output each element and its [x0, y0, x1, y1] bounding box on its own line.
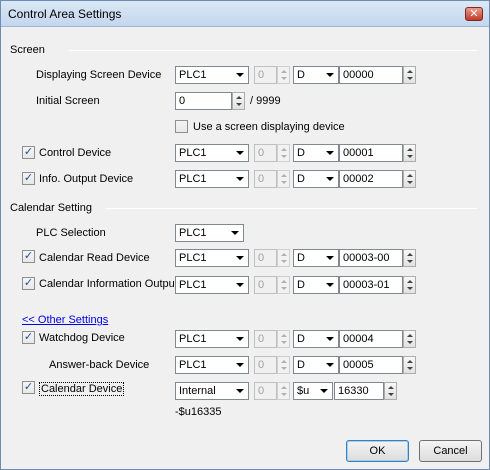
- chevron-down-icon: [236, 177, 244, 181]
- chevron-down-icon: [326, 73, 334, 77]
- chevron-down-icon: [236, 73, 244, 77]
- display-device-label: Displaying Screen Device: [36, 69, 162, 81]
- chevron-down-icon: [236, 337, 244, 341]
- calendar-info-plc-select[interactable]: PLC1: [175, 276, 249, 294]
- initial-screen-label: Initial Screen: [36, 95, 100, 107]
- control-device-station-input[interactable]: 0: [254, 144, 277, 162]
- chevron-down-icon: [326, 337, 334, 341]
- calendar-read-station-input[interactable]: 0: [254, 249, 277, 267]
- info-output-station-input[interactable]: 0: [254, 170, 277, 188]
- close-button[interactable]: ✕: [465, 7, 483, 21]
- ok-button[interactable]: OK: [346, 440, 409, 462]
- display-device-station-spinner[interactable]: [277, 66, 290, 84]
- answer-back-station-spinner[interactable]: [277, 356, 290, 374]
- answer-back-plc-select[interactable]: PLC1: [175, 356, 249, 374]
- calendar-separator: [105, 208, 477, 209]
- answer-back-address-input[interactable]: 00005: [339, 356, 403, 374]
- calendar-read-type-select[interactable]: D: [293, 249, 339, 267]
- control-device-type-select[interactable]: D: [293, 144, 339, 162]
- display-device-address-spinner[interactable]: [403, 66, 416, 84]
- info-output-checkbox[interactable]: ✓: [22, 172, 35, 185]
- chevron-down-icon: [236, 256, 244, 260]
- watchdog-checkbox[interactable]: ✓: [22, 331, 35, 344]
- cancel-button[interactable]: Cancel: [419, 440, 482, 462]
- info-output-address-input[interactable]: 00002: [339, 170, 403, 188]
- calendar-info-type-select[interactable]: D: [293, 276, 339, 294]
- info-output-address-spinner[interactable]: [403, 170, 416, 188]
- answer-back-station-input[interactable]: 0: [254, 356, 277, 374]
- calendar-read-address-input[interactable]: 00003-00: [339, 249, 403, 267]
- calendar-info-checkbox[interactable]: ✓: [22, 277, 35, 290]
- chevron-down-icon: [320, 389, 328, 393]
- control-device-plc-select[interactable]: PLC1: [175, 144, 249, 162]
- chevron-down-icon: [236, 363, 244, 367]
- calendar-read-station-spinner[interactable]: [277, 249, 290, 267]
- watchdog-station-spinner[interactable]: [277, 330, 290, 348]
- dialog-window: Control Area Settings ✕ Screen Displayin…: [0, 0, 490, 470]
- calendar-device-range: -$u16335: [175, 406, 222, 418]
- initial-screen-input[interactable]: 0: [175, 92, 232, 110]
- window-title: Control Area Settings: [8, 7, 122, 21]
- calendar-read-checkbox[interactable]: ✓: [22, 250, 35, 263]
- screen-separator: [69, 50, 477, 51]
- use-screen-device-checkbox[interactable]: [175, 120, 188, 133]
- info-output-type-select[interactable]: D: [293, 170, 339, 188]
- info-output-label: Info. Output Device: [39, 173, 134, 185]
- calendar-read-address-spinner[interactable]: [403, 249, 416, 267]
- info-output-station-spinner[interactable]: [277, 170, 290, 188]
- answer-back-type-select[interactable]: D: [293, 356, 339, 374]
- answer-back-address-spinner[interactable]: [403, 356, 416, 374]
- calendar-device-address-spinner[interactable]: [384, 382, 397, 400]
- calendar-info-station-input[interactable]: 0: [254, 276, 277, 294]
- calendar-info-station-spinner[interactable]: [277, 276, 290, 294]
- watchdog-station-input[interactable]: 0: [254, 330, 277, 348]
- calendar-info-label: Calendar Information Output: [39, 278, 178, 290]
- chevron-down-icon: [326, 256, 334, 260]
- plc-selection-label: PLC Selection: [36, 227, 106, 239]
- watchdog-address-input[interactable]: 00004: [339, 330, 403, 348]
- control-device-checkbox[interactable]: ✓: [22, 146, 35, 159]
- section-calendar-label: Calendar Setting: [10, 202, 92, 214]
- calendar-info-address-spinner[interactable]: [403, 276, 416, 294]
- calendar-device-type-select[interactable]: $u: [293, 382, 333, 400]
- section-screen-label: Screen: [10, 44, 45, 56]
- chevron-down-icon: [236, 283, 244, 287]
- calendar-info-address-input[interactable]: 00003-01: [339, 276, 403, 294]
- calendar-device-plc-select[interactable]: Internal: [175, 382, 249, 400]
- chevron-down-icon: [326, 363, 334, 367]
- initial-screen-max: / 9999: [250, 95, 281, 107]
- control-device-address-input[interactable]: 00001: [339, 144, 403, 162]
- chevron-down-icon: [231, 231, 239, 235]
- chevron-down-icon: [236, 151, 244, 155]
- control-device-address-spinner[interactable]: [403, 144, 416, 162]
- control-device-label: Control Device: [39, 147, 112, 159]
- calendar-device-station-input[interactable]: 0: [254, 382, 277, 400]
- watchdog-type-select[interactable]: D: [293, 330, 339, 348]
- chevron-down-icon: [326, 151, 334, 155]
- title-bar: Control Area Settings ✕: [1, 1, 489, 27]
- display-device-type-select[interactable]: D: [293, 66, 339, 84]
- use-screen-device-label: Use a screen displaying device: [193, 121, 345, 133]
- calendar-read-plc-select[interactable]: PLC1: [175, 249, 249, 267]
- watchdog-plc-select[interactable]: PLC1: [175, 330, 249, 348]
- display-device-station-input[interactable]: 0: [254, 66, 277, 84]
- chevron-down-icon: [326, 283, 334, 287]
- calendar-device-station-spinner[interactable]: [277, 382, 290, 400]
- control-device-station-spinner[interactable]: [277, 144, 290, 162]
- calendar-device-address-input[interactable]: 16330: [334, 382, 384, 400]
- plc-selection-select[interactable]: PLC1: [175, 224, 244, 242]
- calendar-device-label: Calendar Device: [39, 382, 125, 396]
- display-device-address-input[interactable]: 00000: [339, 66, 403, 84]
- info-output-plc-select[interactable]: PLC1: [175, 170, 249, 188]
- watchdog-address-spinner[interactable]: [403, 330, 416, 348]
- watchdog-label: Watchdog Device: [39, 332, 125, 344]
- answer-back-label: Answer-back Device: [49, 359, 150, 371]
- chevron-down-icon: [326, 177, 334, 181]
- other-settings-link[interactable]: << Other Settings: [22, 314, 108, 326]
- initial-screen-spinner[interactable]: [232, 92, 245, 110]
- chevron-down-icon: [236, 389, 244, 393]
- calendar-device-checkbox[interactable]: ✓: [22, 381, 35, 394]
- display-device-plc-select[interactable]: PLC1: [175, 66, 249, 84]
- calendar-read-label: Calendar Read Device: [39, 252, 150, 264]
